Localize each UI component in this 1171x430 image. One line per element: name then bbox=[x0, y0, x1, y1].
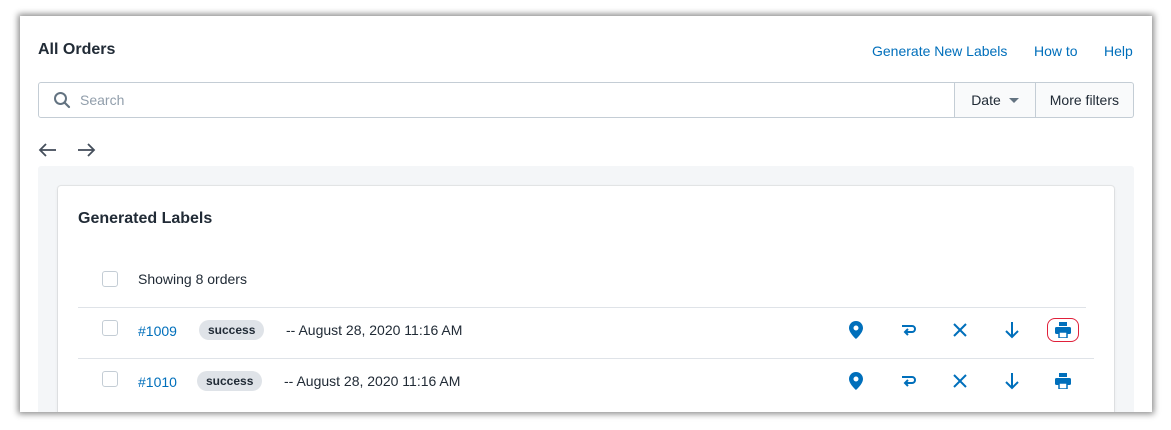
print-icon[interactable] bbox=[1053, 320, 1073, 340]
arrow-left-icon[interactable] bbox=[38, 142, 60, 160]
how-to-link[interactable]: How to bbox=[1034, 43, 1078, 59]
date-filter-button[interactable]: Date bbox=[955, 82, 1036, 118]
generated-labels-card: Generated Labels Showing 8 orders #1009 … bbox=[58, 186, 1114, 412]
cancel-x-icon[interactable] bbox=[950, 371, 970, 391]
generate-new-labels-link[interactable]: Generate New Labels bbox=[872, 43, 1007, 59]
return-icon[interactable] bbox=[898, 371, 918, 391]
row-checkbox[interactable] bbox=[102, 371, 118, 387]
more-filters-label: More filters bbox=[1049, 92, 1119, 108]
row-checkbox[interactable] bbox=[102, 320, 118, 336]
card-title: Generated Labels bbox=[78, 210, 213, 227]
arrow-right-icon[interactable] bbox=[76, 142, 98, 160]
pagination-arrows bbox=[38, 142, 114, 160]
select-all-checkbox[interactable] bbox=[102, 271, 118, 287]
location-pin-icon[interactable] bbox=[846, 371, 866, 391]
more-filters-button[interactable]: More filters bbox=[1035, 82, 1134, 118]
app-window: All Orders Generate New Labels How to He… bbox=[20, 16, 1152, 412]
search-box[interactable] bbox=[38, 82, 956, 118]
order-date: -- August 28, 2020 11:16 AM bbox=[284, 373, 461, 389]
row-divider bbox=[78, 358, 1094, 359]
filter-bar: Date More filters bbox=[38, 82, 1134, 118]
status-badge: success bbox=[197, 371, 263, 391]
cancel-x-icon[interactable] bbox=[950, 320, 970, 340]
help-link[interactable]: Help bbox=[1104, 43, 1133, 59]
print-icon[interactable] bbox=[1053, 371, 1073, 391]
order-date: -- August 28, 2020 11:16 AM bbox=[286, 322, 463, 338]
download-arrow-icon[interactable] bbox=[1002, 371, 1022, 391]
date-filter-label: Date bbox=[971, 92, 1001, 108]
download-arrow-icon[interactable] bbox=[1002, 320, 1022, 340]
order-number-link[interactable]: #1009 bbox=[138, 323, 177, 339]
status-badge: success bbox=[199, 320, 265, 340]
location-pin-icon[interactable] bbox=[846, 320, 866, 340]
search-icon bbox=[53, 91, 71, 109]
caret-down-icon bbox=[1008, 97, 1019, 103]
search-input[interactable] bbox=[80, 92, 892, 108]
row-divider bbox=[78, 307, 1086, 308]
showing-count: Showing 8 orders bbox=[138, 271, 247, 287]
page-title: All Orders bbox=[38, 41, 116, 58]
return-icon[interactable] bbox=[898, 320, 918, 340]
order-number-link[interactable]: #1010 bbox=[138, 374, 177, 390]
